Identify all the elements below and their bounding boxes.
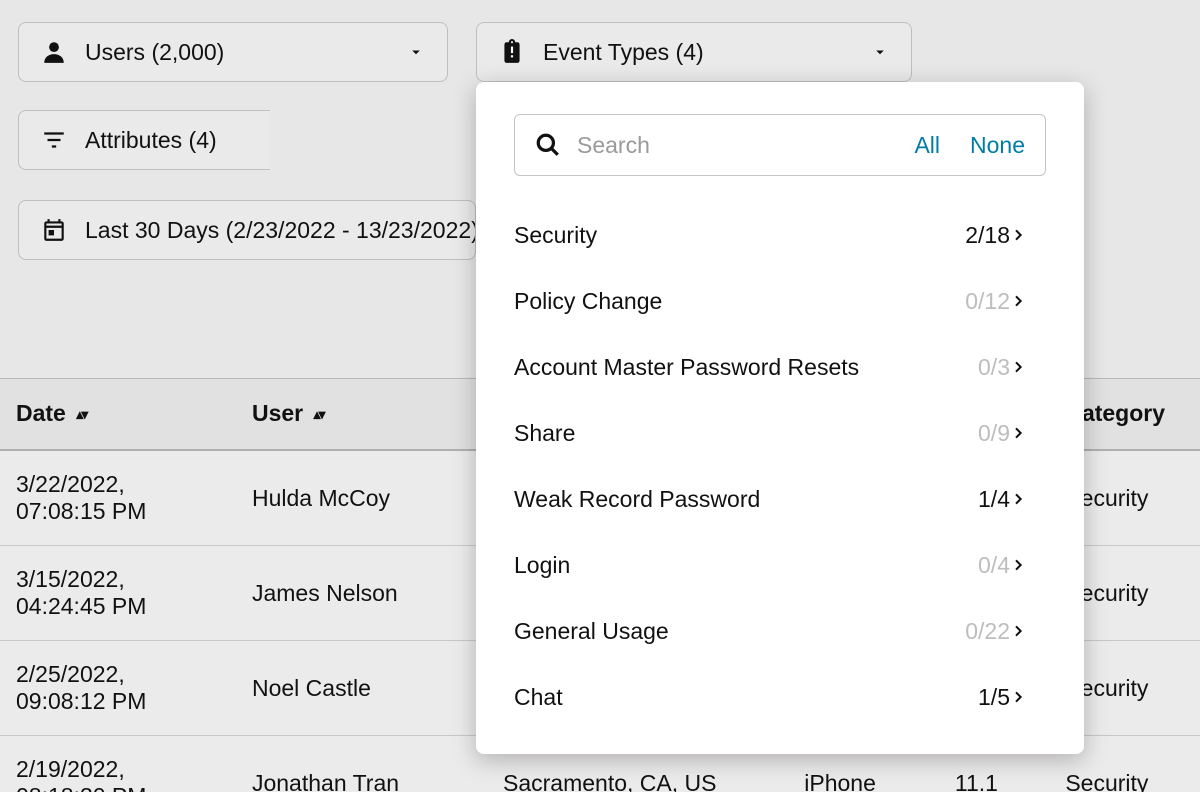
chevron-down-icon [871, 43, 889, 61]
dropdown-item[interactable]: Weak Record Password1/4 [476, 466, 1084, 532]
cell-user: Noel Castle [236, 641, 487, 736]
sort-icon: ▴▾ [76, 406, 86, 423]
dropdown-item-label: Share [514, 420, 940, 447]
chevron-right-icon [1010, 689, 1046, 705]
column-user[interactable]: User ▴▾ [236, 378, 487, 450]
cell-user: Jonathan Tran [236, 736, 487, 792]
chevron-down-icon [407, 43, 425, 61]
filter-event-types[interactable]: Event Types (4) [476, 22, 912, 82]
dropdown-list: Security2/18Policy Change0/12Account Mas… [476, 202, 1084, 730]
chevron-right-icon [1010, 557, 1046, 573]
dropdown-item-label: Account Master Password Resets [514, 354, 940, 381]
dropdown-item-count: 0/22 [940, 618, 1010, 645]
filter-date-range-label: Last 30 Days (2/23/2022 - 13/23/2022) [85, 217, 476, 244]
dropdown-item[interactable]: Policy Change0/12 [476, 268, 1084, 334]
filter-attributes-label: Attributes (4) [85, 127, 217, 154]
dropdown-item[interactable]: Security2/18 [476, 202, 1084, 268]
cell-date: 3/22/2022, 07:08:15 PM [0, 450, 236, 546]
dropdown-item-label: Login [514, 552, 940, 579]
dropdown-item[interactable]: General Usage0/22 [476, 598, 1084, 664]
dropdown-search-input[interactable] [577, 132, 884, 159]
user-icon [41, 39, 67, 65]
column-date[interactable]: Date ▴▾ [0, 378, 236, 450]
dropdown-item-count: 2/18 [940, 222, 1010, 249]
filter-icon [41, 127, 67, 153]
dropdown-item-count: 0/12 [940, 288, 1010, 315]
chevron-right-icon [1010, 623, 1046, 639]
filter-users[interactable]: Users (2,000) [18, 22, 448, 82]
dropdown-item-label: Policy Change [514, 288, 940, 315]
chevron-right-icon [1010, 425, 1046, 441]
filter-attributes[interactable]: Attributes (4) [18, 110, 270, 170]
dropdown-item[interactable]: Login0/4 [476, 532, 1084, 598]
dropdown-item-label: Weak Record Password [514, 486, 940, 513]
cell-user: James Nelson [236, 546, 487, 641]
chevron-right-icon [1010, 293, 1046, 309]
dropdown-item-count: 0/3 [940, 354, 1010, 381]
filter-users-label: Users (2,000) [85, 39, 224, 66]
dropdown-item[interactable]: Share0/9 [476, 400, 1084, 466]
cell-date: 2/19/2022, 08:18:30 PM [0, 736, 236, 792]
select-all-link[interactable]: All [914, 132, 940, 159]
calendar-icon [41, 217, 67, 243]
dropdown-search-bar: All None [514, 114, 1046, 176]
dropdown-item-label: Chat [514, 684, 940, 711]
cell-date: 2/25/2022, 09:08:12 PM [0, 641, 236, 736]
dropdown-item-count: 0/9 [940, 420, 1010, 447]
chevron-right-icon [1010, 491, 1046, 507]
cell-user: Hulda McCoy [236, 450, 487, 546]
chevron-right-icon [1010, 227, 1046, 243]
cell-date: 3/15/2022, 04:24:45 PM [0, 546, 236, 641]
search-icon [535, 132, 561, 158]
dropdown-item-count: 1/4 [940, 486, 1010, 513]
dropdown-item-label: Security [514, 222, 940, 249]
dropdown-item-label: General Usage [514, 618, 940, 645]
dropdown-item-count: 1/5 [940, 684, 1010, 711]
filter-event-types-label: Event Types (4) [543, 39, 704, 66]
select-none-link[interactable]: None [970, 132, 1025, 159]
dropdown-item[interactable]: Account Master Password Resets0/3 [476, 334, 1084, 400]
column-date-label: Date [16, 400, 66, 426]
sort-icon: ▴▾ [314, 406, 324, 423]
dropdown-item[interactable]: Chat1/5 [476, 664, 1084, 730]
clipboard-alert-icon [499, 39, 525, 65]
dropdown-item-count: 0/4 [940, 552, 1010, 579]
filter-date-range[interactable]: Last 30 Days (2/23/2022 - 13/23/2022) [18, 200, 476, 260]
chevron-right-icon [1010, 359, 1046, 375]
column-user-label: User [252, 400, 303, 426]
event-types-dropdown: All None Security2/18Policy Change0/12Ac… [476, 82, 1084, 754]
